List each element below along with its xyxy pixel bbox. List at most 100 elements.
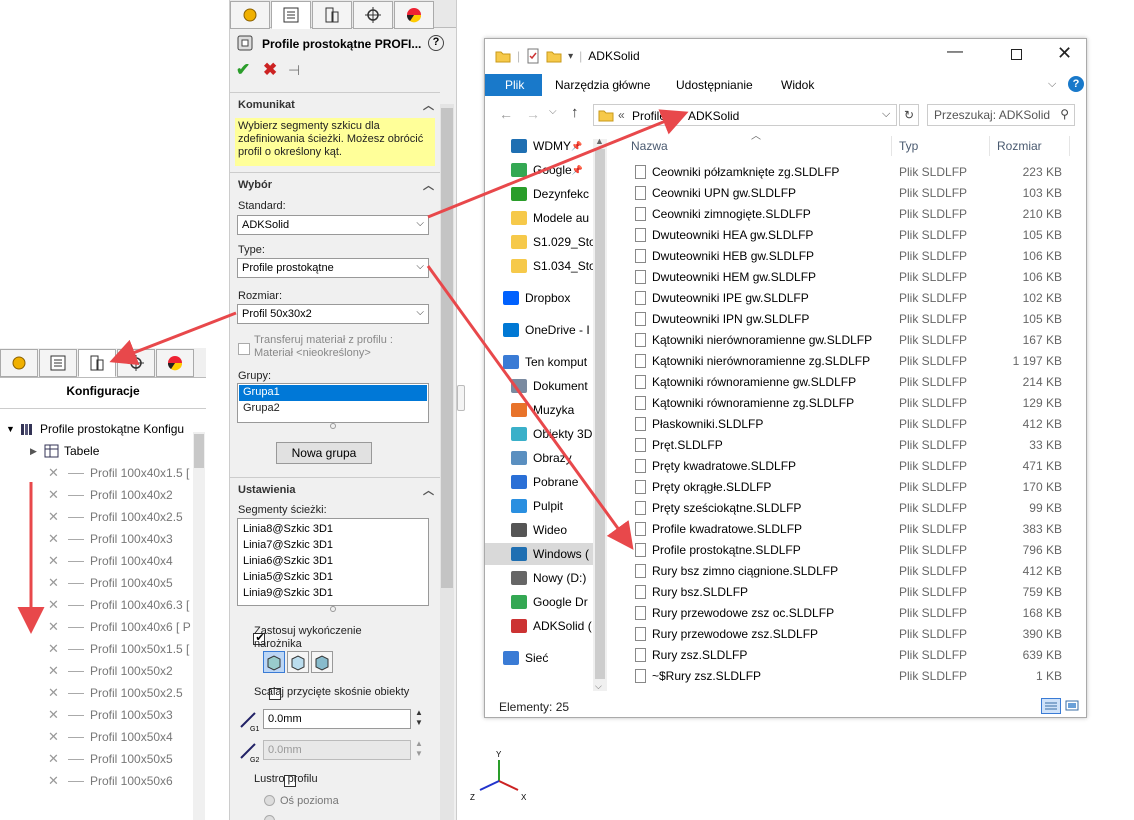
dimxpert-tab[interactable] bbox=[353, 1, 393, 29]
minimize-button[interactable]: — bbox=[947, 43, 963, 61]
column-name[interactable]: Nazwa bbox=[631, 139, 668, 153]
selection-section-header[interactable]: Wybór ︿ bbox=[230, 172, 440, 194]
up-arrow-icon[interactable]: ↑ bbox=[571, 104, 579, 121]
file-row[interactable]: Kątowniki nierównoramienne gw.SLDLFP Plik… bbox=[615, 330, 1075, 351]
collapse-chevron-icon[interactable]: ︿ bbox=[423, 482, 434, 498]
scroll-down-icon[interactable]: ⌵ bbox=[595, 681, 602, 692]
details-view-button[interactable] bbox=[1041, 698, 1061, 714]
dimxpert-tab[interactable] bbox=[117, 349, 155, 377]
scroll-up-icon[interactable]: ▲ bbox=[595, 136, 604, 146]
groups-list[interactable]: Grupa1 Grupa2 bbox=[237, 383, 429, 423]
search-input[interactable]: Przeszukaj: ADKSolid ⚲ bbox=[927, 104, 1075, 126]
configuration-item[interactable]: ✕ Profil 100x40x4 bbox=[0, 550, 195, 572]
configuration-manager-tab[interactable] bbox=[312, 1, 352, 29]
file-row[interactable]: Rury zsz.SLDLFP Plik SLDLFP 639 KB bbox=[615, 645, 1075, 666]
file-row[interactable]: Kątowniki nierównoramienne zg.SLDLFP Plik… bbox=[615, 351, 1075, 372]
forward-arrow-icon[interactable]: → bbox=[526, 106, 540, 122]
file-row[interactable]: ~$Rury zsz.SLDLFP Plik SLDLFP 1 KB bbox=[615, 666, 1075, 687]
display-manager-tab[interactable] bbox=[394, 1, 434, 29]
file-row[interactable]: Płaskowniki.SLDLFP Plik SLDLFP 412 KB bbox=[615, 414, 1075, 435]
end-butt-button[interactable] bbox=[311, 651, 333, 673]
ribbon-tab-view[interactable]: Widok bbox=[781, 78, 814, 92]
config-scrollbar[interactable] bbox=[193, 432, 205, 820]
end-miter-button[interactable] bbox=[287, 651, 309, 673]
tree-root[interactable]: ▼ Profile prostokątne Konfigu bbox=[0, 418, 195, 440]
back-arrow-icon[interactable]: ← bbox=[499, 106, 513, 122]
nav-item[interactable]: Muzyka bbox=[511, 399, 593, 421]
nav-item[interactable]: Windows ( bbox=[485, 543, 593, 565]
configuration-item[interactable]: ✕ Profil 100x40x1.5 [ bbox=[0, 462, 195, 484]
file-row[interactable]: Rury bsz.SLDLFP Plik SLDLFP 759 KB bbox=[615, 582, 1075, 603]
vertical-axis-radio[interactable] bbox=[264, 815, 275, 820]
property-manager-tab[interactable] bbox=[39, 349, 77, 377]
size-dropdown[interactable]: Profil 50x30x2 ⌵ bbox=[237, 304, 429, 324]
pin-icon[interactable]: 📌 bbox=[572, 165, 583, 176]
large-icons-view-button[interactable] bbox=[1064, 698, 1082, 714]
group-item[interactable]: Grupa2 bbox=[239, 401, 427, 417]
config-scroll-thumb[interactable] bbox=[194, 434, 204, 468]
nav-item[interactable]: Nowy (D:) bbox=[511, 567, 593, 589]
tree-tables[interactable]: ▶ Tabele bbox=[0, 440, 195, 462]
configuration-item[interactable]: ✕ Profil 100x50x5 bbox=[0, 748, 195, 770]
nav-item[interactable]: Modele au bbox=[511, 207, 593, 229]
file-row[interactable]: Dwuteowniki HEM gw.SLDLFP Plik SLDLFP 106 … bbox=[615, 267, 1075, 288]
configuration-item[interactable]: ✕ Profil 100x50x4 bbox=[0, 726, 195, 748]
configuration-item[interactable]: ✕ Profil 100x40x3 bbox=[0, 528, 195, 550]
column-divider[interactable] bbox=[1069, 136, 1070, 156]
nav-item[interactable]: S1.029_Sto bbox=[511, 231, 593, 253]
g2-spinner-icon[interactable]: ▲ ▼ bbox=[415, 739, 423, 759]
nav-item[interactable]: S1.034_Sto bbox=[511, 255, 593, 277]
horizontal-axis-radio[interactable] bbox=[264, 795, 275, 806]
file-row[interactable]: Dwuteowniki IPE gw.SLDLFP Plik SLDLFP 102 … bbox=[615, 288, 1075, 309]
cancel-x-icon[interactable]: ✖ bbox=[263, 60, 277, 80]
file-row[interactable]: Kątowniki równoramienne zg.SLDLFP Plik SL… bbox=[615, 393, 1075, 414]
file-row[interactable]: Ceowniki półzamknięte zg.SLDLFP Plik SLDL… bbox=[615, 162, 1075, 183]
message-section-header[interactable]: Komunikat ︿ bbox=[230, 92, 440, 114]
gap-g2-input[interactable]: 0.0mm bbox=[263, 740, 411, 760]
settings-section-header[interactable]: Ustawienia ︿ bbox=[230, 477, 440, 499]
nav-item[interactable]: Dezynfekc bbox=[511, 183, 593, 205]
nav-item[interactable]: Obrazy bbox=[511, 447, 593, 469]
ribbon-tab-share[interactable]: Udostępnianie bbox=[676, 78, 753, 92]
new-group-button[interactable]: Nowa grupa bbox=[276, 442, 372, 464]
display-manager-tab[interactable] bbox=[156, 349, 194, 377]
file-row[interactable]: Dwuteowniki HEA gw.SLDLFP Plik SLDLFP 105 … bbox=[615, 225, 1075, 246]
breadcrumb-overflow-icon[interactable]: « bbox=[618, 108, 625, 122]
nav-item[interactable]: Sieć bbox=[503, 647, 593, 669]
feature-manager-tab[interactable] bbox=[230, 1, 270, 29]
column-size[interactable]: Rozmiar bbox=[997, 139, 1042, 153]
file-row[interactable]: Ceowniki zimnogięte.SLDLFP Plik SLDLFP 210… bbox=[615, 204, 1075, 225]
resize-handle[interactable] bbox=[330, 606, 336, 612]
pm-scroll-thumb[interactable] bbox=[441, 108, 453, 588]
path-segment-item[interactable]: Linia5@Szkic 3D1 bbox=[239, 570, 427, 586]
file-row[interactable]: Profile prostokątne.SLDLFP Plik SLDLFP 796… bbox=[615, 540, 1075, 561]
nav-item[interactable]: Dokument bbox=[511, 375, 593, 397]
properties-icon[interactable] bbox=[526, 48, 540, 64]
nav-item[interactable]: ADKSolid ( bbox=[511, 615, 593, 637]
file-row[interactable]: Pręty kwadratowe.SLDLFP Plik SLDLFP 471 KB bbox=[615, 456, 1075, 477]
maximize-button[interactable] bbox=[1011, 49, 1022, 60]
column-type[interactable]: Typ bbox=[899, 139, 918, 153]
file-row[interactable]: Dwuteowniki HEB gw.SLDLFP Plik SLDLFP 106 … bbox=[615, 246, 1075, 267]
file-row[interactable]: Ceowniki UPN gw.SLDLFP Plik SLDLFP 103 KB bbox=[615, 183, 1075, 204]
resize-handle[interactable] bbox=[330, 423, 336, 429]
file-row[interactable]: Kątowniki równoramienne gw.SLDLFP Plik SL… bbox=[615, 372, 1075, 393]
address-dropdown-icon[interactable]: ⌵ bbox=[882, 108, 890, 121]
nav-item[interactable]: Obiekty 3D bbox=[511, 423, 593, 445]
file-row[interactable]: Profile kwadratowe.SLDLFP Plik SLDLFP 383 … bbox=[615, 519, 1075, 540]
collapse-chevron-icon[interactable]: ︿ bbox=[423, 97, 434, 113]
file-row[interactable]: Pręty sześciokątne.SLDLFP Plik SLDLFP 99 K… bbox=[615, 498, 1075, 519]
feature-manager-tab[interactable] bbox=[0, 349, 38, 377]
column-divider[interactable] bbox=[891, 136, 892, 156]
breadcrumb-current[interactable]: ADKSolid bbox=[688, 109, 739, 123]
ribbon-expand-chevron-icon[interactable]: ⌵ bbox=[1048, 78, 1056, 91]
g1-spinner-icon[interactable]: ▲ ▼ bbox=[415, 708, 423, 728]
nav-item[interactable]: Pobrane bbox=[511, 471, 593, 493]
nav-item[interactable]: Pulpit bbox=[511, 495, 593, 517]
path-segment-item[interactable]: Linia7@Szkic 3D1 bbox=[239, 538, 427, 554]
configuration-item[interactable]: ✕ Profil 100x50x3 bbox=[0, 704, 195, 726]
panel-splitter-handle[interactable] bbox=[457, 385, 465, 411]
file-row[interactable]: Dwuteowniki IPN gw.SLDLFP Plik SLDLFP 105 … bbox=[615, 309, 1075, 330]
expand-arrow-icon[interactable]: ▶ bbox=[30, 446, 44, 457]
end-trim-button[interactable] bbox=[263, 651, 285, 673]
